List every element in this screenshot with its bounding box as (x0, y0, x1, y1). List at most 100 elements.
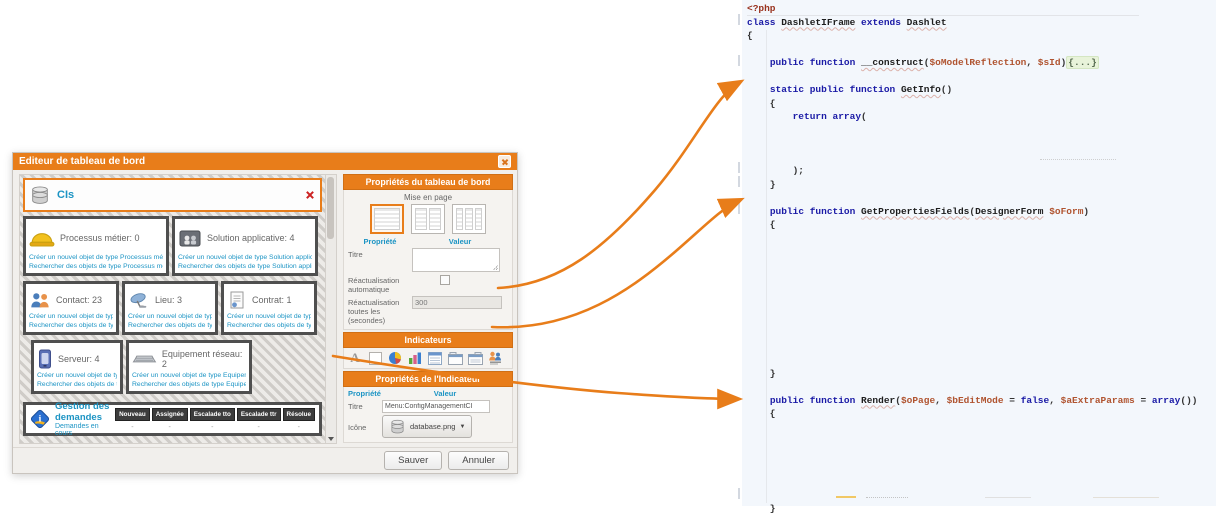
search-object-link[interactable]: Rechercher des objets de type Solution a… (178, 263, 312, 272)
code-line: public function GetPropertiesFields(Desi… (747, 205, 1212, 219)
svg-text:i: i (39, 415, 42, 425)
search-object-link[interactable]: Rechercher des objets de type Lieu (128, 322, 212, 331)
create-object-link[interactable]: Créer un nouvel objet de type Processus … (29, 254, 163, 263)
code-line (747, 137, 1212, 151)
create-object-link[interactable]: Créer un nouvel objet de type Contrat (227, 313, 311, 322)
dashlet-tile-solution-applicative[interactable]: Solution applicative: 4 Créer un nouvel … (172, 216, 318, 276)
indicator-properties-header: Propriétés de l'Indicateur (343, 371, 513, 387)
code-line: public function __construct($oModelRefle… (747, 56, 1212, 70)
dashboard-canvas-wrap: CIs Processus métier: 0 Créer un nouvel … (19, 174, 337, 444)
object-list-dashlet-icon[interactable] (447, 350, 463, 366)
indicator-toolbar: A (343, 348, 513, 369)
board-title-label: Titre (348, 248, 412, 259)
tile-title: Solution applicative: 4 (207, 233, 295, 243)
code-line (747, 124, 1212, 138)
dashlet-tile-lieu[interactable]: Lieu: 3 Créer un nouvel objet de type Li… (122, 281, 218, 335)
code-lines: <?phpclass DashletIFrame extends Dashlet… (747, 2, 1212, 515)
dashlet-tile-serveur[interactable]: Serveur: 4 Créer un nouvel objet de type… (31, 340, 123, 394)
scrollbar-down-arrow[interactable] (328, 437, 334, 441)
status-value: - (169, 424, 171, 431)
status-chip: Résolue (283, 408, 316, 421)
bar-chart-dashlet-icon[interactable] (407, 350, 423, 366)
dashlet-tile-gestion-demandes[interactable]: i Gestion des demandes Demandes en cours… (23, 402, 322, 436)
code-line: return array( (747, 110, 1212, 124)
gutter-change-mark (738, 14, 740, 25)
code-line (747, 434, 1212, 448)
cancel-button[interactable]: Annuler (448, 451, 509, 470)
text-dashlet-icon[interactable]: A (347, 350, 363, 366)
icon-select-dropdown[interactable]: database.png ▼ (382, 415, 472, 438)
scrollbar-thumb[interactable] (327, 177, 334, 239)
arrow-to-getpropertiesfields (492, 200, 740, 327)
code-line (747, 340, 1212, 354)
search-object-link[interactable]: Rechercher des objets de type Contact (29, 322, 113, 331)
code-line: { (747, 29, 1212, 43)
layout-option-two-columns[interactable] (411, 204, 445, 234)
layout-label: Mise en page (348, 193, 508, 202)
code-line: ); (747, 164, 1212, 178)
refresh-interval-input[interactable] (412, 296, 502, 309)
refresh-interval-label: Réactualisation toutes les (secondes) (348, 296, 412, 325)
code-line (747, 380, 1212, 394)
code-line: public function Render($oPage, $bEditMod… (747, 394, 1212, 408)
gutter-change-mark (738, 176, 740, 187)
create-object-link[interactable]: Créer un nouvel objet de type Equipement… (132, 372, 246, 381)
dialog-close-button[interactable] (498, 155, 511, 168)
code-line (747, 286, 1212, 300)
indicator-title-input[interactable] (382, 400, 490, 413)
create-object-link[interactable]: Créer un nouvel objet de type Serveur (37, 372, 117, 381)
code-line (747, 326, 1212, 340)
badge-dashlet-icon[interactable] (487, 350, 503, 366)
dashlet-tile-processus-metier[interactable]: Processus métier: 0 Créer un nouvel obje… (23, 216, 169, 276)
auto-refresh-label: Réactualisation automatique (348, 274, 440, 294)
list-dashlet-icon[interactable] (427, 350, 443, 366)
location-icon (128, 291, 150, 309)
search-object-link[interactable]: Rechercher des objets de type Contrat (227, 322, 311, 331)
save-button[interactable]: Sauver (384, 451, 442, 470)
search-object-link[interactable]: Rechercher des objets de type Processus … (29, 263, 163, 272)
search-object-link[interactable]: Rechercher des objets de type Serveur (37, 381, 117, 390)
database-icon (389, 418, 406, 435)
dashboard-canvas: CIs Processus métier: 0 Créer un nouvel … (20, 175, 325, 443)
status-value: - (131, 424, 133, 431)
dashlet-tile-contact[interactable]: Contact: 23 Créer un nouvel objet de typ… (23, 281, 119, 335)
dashlet-tile-contrat[interactable]: Contrat: 1 Créer un nouvel objet de type… (221, 281, 317, 335)
pie-chart-dashlet-icon[interactable] (387, 350, 403, 366)
board-title-input[interactable] (412, 248, 500, 272)
layout-option-three-columns[interactable] (452, 204, 486, 234)
dialog-title: Editeur de tableau de bord (19, 156, 145, 167)
code-line: static public function GetInfo() (747, 83, 1212, 97)
auto-refresh-checkbox[interactable] (440, 275, 450, 285)
request-status-chips: Nouveau- Assignée- Escalade tto- Escalad… (115, 408, 315, 431)
create-object-link[interactable]: Créer un nouvel objet de type Contact (29, 313, 113, 322)
demandes-en-cours-link[interactable]: Demandes en cours (55, 423, 110, 437)
search-object-link[interactable]: Rechercher des objets de type Equipement… (132, 381, 246, 390)
dialog-footer: Sauver Annuler (13, 447, 517, 473)
code-line (747, 448, 1212, 462)
properties-panel: Propriétés du tableau de bord Mise en pa… (343, 174, 513, 443)
code-line (747, 259, 1212, 273)
gutter-change-mark (738, 203, 740, 214)
dashlet-tile-equipement-reseau[interactable]: Equipement réseau: 2 Créer un nouvel obj… (126, 340, 252, 394)
code-line (747, 475, 1212, 489)
group-title: CIs (57, 189, 74, 201)
database-icon (29, 184, 51, 206)
hardhat-icon (29, 228, 55, 248)
code-line (747, 421, 1212, 435)
header-dashlet-icon[interactable] (467, 350, 483, 366)
indicators-header: Indicateurs (343, 332, 513, 348)
canvas-scrollbar[interactable] (325, 175, 336, 443)
code-line (747, 70, 1212, 84)
code-line: } (747, 367, 1212, 381)
layout-option-one-column[interactable] (370, 204, 404, 234)
status-value: - (258, 424, 260, 431)
group-header-cis[interactable]: CIs (23, 178, 322, 212)
status-chip: Escalade ttr (237, 408, 281, 421)
code-line (747, 232, 1212, 246)
gutter-change-mark (738, 162, 740, 173)
code-line (747, 245, 1212, 259)
remove-group-button[interactable] (304, 189, 316, 201)
blank-dashlet-icon[interactable] (367, 350, 383, 366)
create-object-link[interactable]: Créer un nouvel objet de type Solution a… (178, 254, 312, 263)
create-object-link[interactable]: Créer un nouvel objet de type Lieu (128, 313, 212, 322)
